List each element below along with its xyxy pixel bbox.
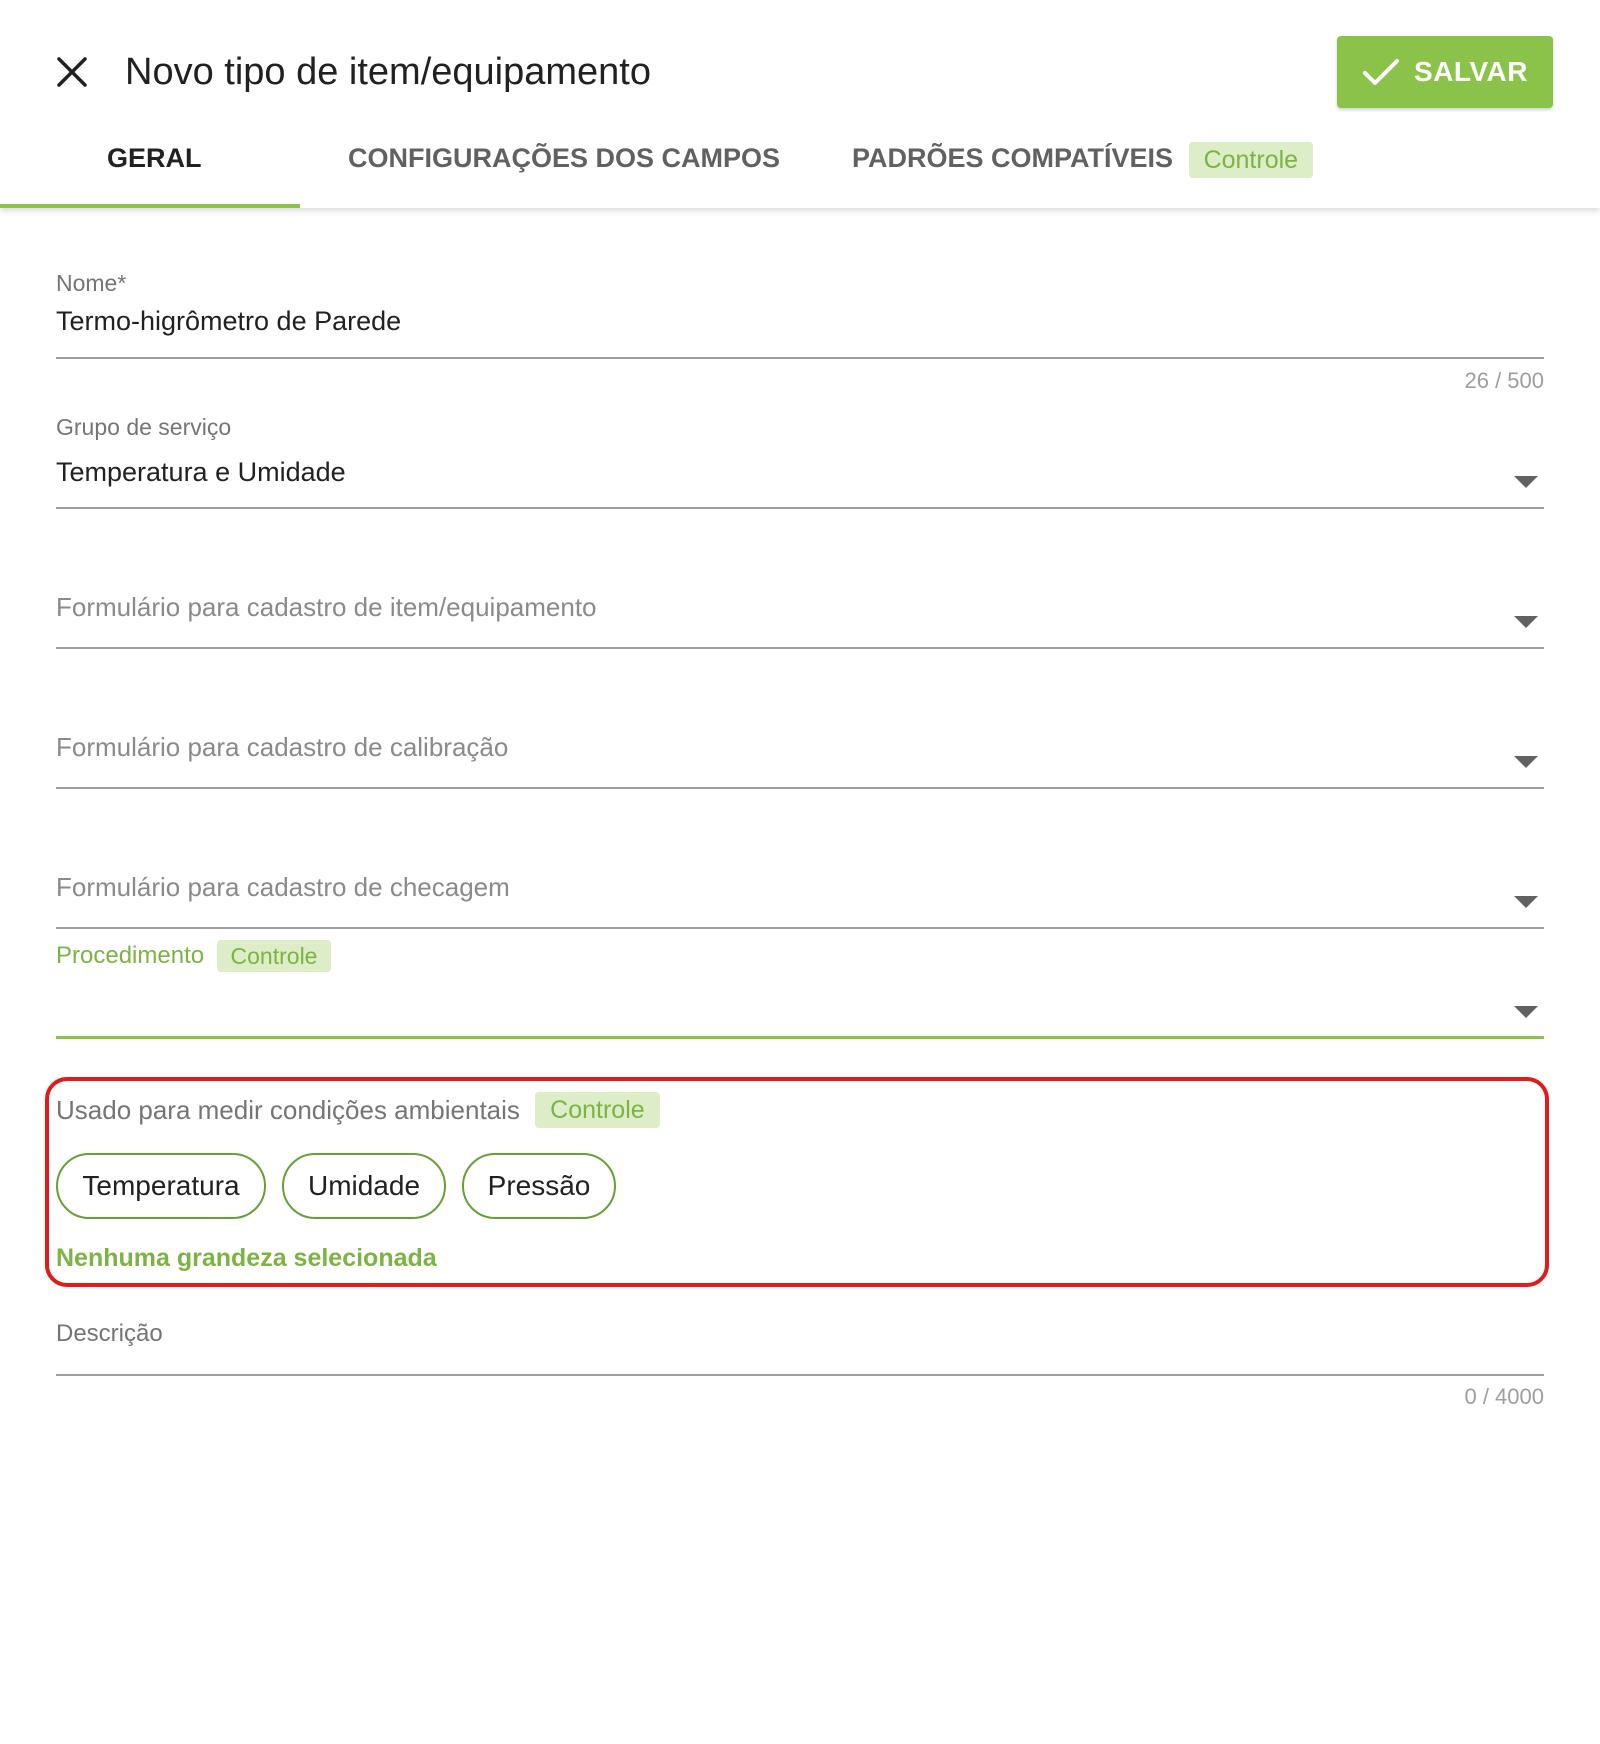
save-button-label: SALVAR [1414, 56, 1528, 87]
nome-input[interactable]: Termo-higrômetro de Parede [56, 306, 401, 337]
chevron-down-icon[interactable] [1514, 756, 1538, 768]
tab-geral[interactable]: GERAL [107, 130, 202, 186]
controle-badge: Controle [216, 940, 332, 972]
active-tab-indicator [0, 204, 300, 208]
tab-label: PADRÕES COMPATÍVEIS [852, 143, 1174, 173]
check-icon [1363, 59, 1400, 85]
descricao-label: Descrição [56, 1320, 163, 1347]
nome-char-counter: 26 / 500 [1464, 368, 1544, 393]
descricao-underline [56, 1374, 1544, 1376]
dialog-header: Novo tipo de item/equipamento SALVAR GER… [0, 0, 1600, 208]
grupo-servico-label: Grupo de serviço [56, 414, 232, 440]
controle-badge: Controle [1188, 141, 1314, 178]
form-calibracao-select[interactable]: Formulário para cadastro de calibração [56, 730, 1544, 790]
tab-label: CONFIGURAÇÕES DOS CAMPOS [348, 143, 781, 173]
chevron-down-icon[interactable] [1514, 616, 1538, 628]
form-item-underline [56, 647, 1544, 649]
form-checagem-select[interactable]: Formulário para cadastro de checagem [56, 870, 1544, 930]
environmental-conditions-hint: Nenhuma grandeza selecionada [56, 1244, 437, 1272]
tab-configuracoes-dos-campos[interactable]: CONFIGURAÇÕES DOS CAMPOS [348, 130, 780, 186]
tab-label: GERAL [107, 143, 202, 173]
environmental-conditions-label: Usado para medir condições ambientais [56, 1095, 520, 1126]
form-item-select[interactable]: Formulário para cadastro de item/equipam… [56, 590, 1544, 650]
nome-field: Nome* Termo-higrômetro de Parede 26 / 50… [56, 266, 1544, 396]
close-icon [57, 57, 87, 87]
descricao-field[interactable]: Descrição 0 / 4000 [56, 1320, 1544, 1420]
grupo-servico-underline [56, 507, 1544, 509]
page-title: Novo tipo de item/equipamento [125, 51, 651, 93]
form-checagem-placeholder: Formulário para cadastro de checagem [56, 872, 510, 902]
procedimento-select[interactable]: Procedimento Controle [56, 938, 1544, 1040]
grupo-servico-value: Temperatura e Umidade [56, 457, 346, 487]
chevron-down-icon[interactable] [1514, 1006, 1538, 1018]
tab-padroes-compativeis[interactable]: PADRÕES COMPATÍVEIS Controle [852, 130, 1314, 186]
grupo-servico-select[interactable]: Grupo de serviço Temperatura e Umidade [56, 410, 1544, 510]
close-button[interactable] [52, 52, 92, 92]
nome-underline [56, 357, 1544, 359]
form-item-placeholder: Formulário para cadastro de item/equipam… [56, 592, 597, 622]
procedimento-label-row: Procedimento Controle [56, 938, 332, 974]
form-calibracao-placeholder: Formulário para cadastro de calibração [56, 732, 509, 762]
chip-umidade[interactable]: Umidade [282, 1153, 446, 1219]
environmental-conditions-label-row: Usado para medir condições ambientais Co… [56, 1090, 660, 1129]
procedimento-underline [56, 1036, 1544, 1039]
procedimento-label: Procedimento [56, 942, 205, 969]
chip-temperatura[interactable]: Temperatura [56, 1153, 266, 1219]
form-checagem-underline [56, 927, 1544, 929]
controle-badge: Controle [535, 1092, 660, 1129]
form-calibracao-underline [56, 787, 1544, 789]
chip-pressao[interactable]: Pressão [462, 1153, 616, 1219]
chevron-down-icon[interactable] [1514, 476, 1538, 488]
nome-label: Nome* [56, 270, 127, 296]
save-button[interactable]: SALVAR [1337, 36, 1553, 108]
descricao-char-counter: 0 / 4000 [1464, 1384, 1544, 1409]
chevron-down-icon[interactable] [1514, 896, 1538, 908]
